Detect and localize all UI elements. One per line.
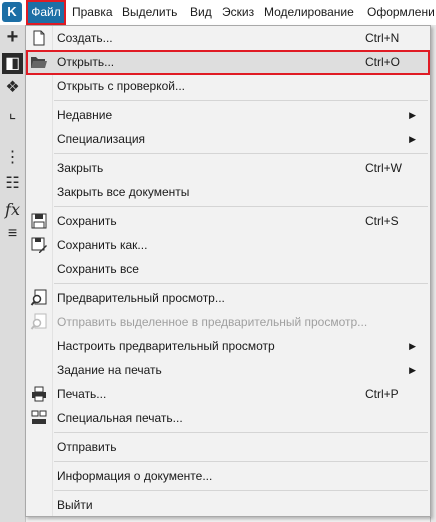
- variables-icon[interactable]: fx: [2, 199, 23, 220]
- menu-item-new[interactable]: Создать... Ctrl+N: [26, 27, 430, 49]
- submenu-arrow-icon: ▶: [409, 134, 416, 144]
- add-icon[interactable]: +: [2, 27, 23, 48]
- menu-bar: Файл Правка Выделить Вид Эскиз Моделиров…: [0, 0, 436, 26]
- menu-item-close[interactable]: Закрыть Ctrl+W: [26, 157, 430, 179]
- menu-item-close-all[interactable]: Закрыть все документы: [26, 181, 430, 203]
- menu-view[interactable]: Вид: [190, 0, 212, 25]
- menu-item-document-info[interactable]: Информация о документе...: [26, 465, 430, 487]
- send-to-preview-icon: [30, 313, 48, 331]
- menu-item-send-selection-to-preview[interactable]: Отправить выделенное в предварительный п…: [26, 311, 430, 333]
- menu-item-specialization[interactable]: Специализация ▶: [26, 128, 430, 150]
- submenu-arrow-icon: ▶: [409, 341, 416, 351]
- menu-item-save-all[interactable]: Сохранить все: [26, 258, 430, 280]
- printer-icon: [30, 385, 48, 403]
- menu-file[interactable]: Файл: [26, 0, 66, 25]
- properties-icon[interactable]: ☷: [2, 173, 23, 194]
- menu-item-send[interactable]: Отправить: [26, 436, 430, 458]
- menu-separator: [54, 490, 428, 491]
- menu-separator: [54, 461, 428, 462]
- menu-item-print-job[interactable]: Задание на печать ▶: [26, 359, 430, 381]
- menu-modeling[interactable]: Моделирование: [264, 0, 354, 25]
- assembly-icon[interactable]: ❖: [2, 77, 23, 98]
- menu-item-print[interactable]: Печать... Ctrl+P: [26, 383, 430, 405]
- menu-item-open[interactable]: Открыть... Ctrl+O: [26, 50, 430, 75]
- menu-item-open-with-check[interactable]: Открыть с проверкой...: [26, 75, 430, 97]
- menu-item-save[interactable]: Сохранить Ctrl+S: [26, 210, 430, 232]
- submenu-arrow-icon: ▶: [409, 110, 416, 120]
- print-preview-icon: [30, 289, 48, 307]
- part-icon[interactable]: ◧: [2, 53, 23, 74]
- menu-edit[interactable]: Правка: [72, 0, 113, 25]
- menu-separator: [54, 100, 428, 101]
- menu-item-print-preview[interactable]: Предварительный просмотр...: [26, 287, 430, 309]
- menu-item-exit[interactable]: Выйти: [26, 494, 430, 516]
- special-print-icon: [30, 409, 48, 427]
- kompas-logo-icon: [2, 2, 22, 22]
- save-as-icon: [30, 236, 48, 254]
- save-icon: [30, 212, 48, 230]
- menu-item-special-print[interactable]: Специальная печать...: [26, 407, 430, 429]
- new-document-icon: [30, 29, 48, 47]
- menu-formatting[interactable]: Оформлени: [367, 0, 435, 25]
- sketch-icon[interactable]: ⌞: [2, 103, 23, 124]
- menu-separator: [54, 283, 428, 284]
- layers-icon[interactable]: ≡: [2, 223, 23, 244]
- menu-separator: [54, 153, 428, 154]
- file-menu-dropdown: Создать... Ctrl+N Открыть... Ctrl+O Откр…: [25, 25, 431, 517]
- menu-item-save-as[interactable]: Сохранить как...: [26, 234, 430, 256]
- menu-item-recent[interactable]: Недавние ▶: [26, 104, 430, 126]
- submenu-arrow-icon: ▶: [409, 365, 416, 375]
- menu-item-configure-preview[interactable]: Настроить предварительный просмотр ▶: [26, 335, 430, 357]
- left-toolbar: + ◧ ❖ ⌞ ⋮ ☷ fx ≡: [0, 25, 26, 522]
- menu-sketch[interactable]: Эскиз: [222, 0, 254, 25]
- menu-separator: [54, 206, 428, 207]
- folder-open-icon: [30, 53, 48, 71]
- menu-select[interactable]: Выделить: [122, 0, 177, 25]
- model-tree-icon[interactable]: ⋮: [2, 147, 23, 168]
- menu-separator: [54, 432, 428, 433]
